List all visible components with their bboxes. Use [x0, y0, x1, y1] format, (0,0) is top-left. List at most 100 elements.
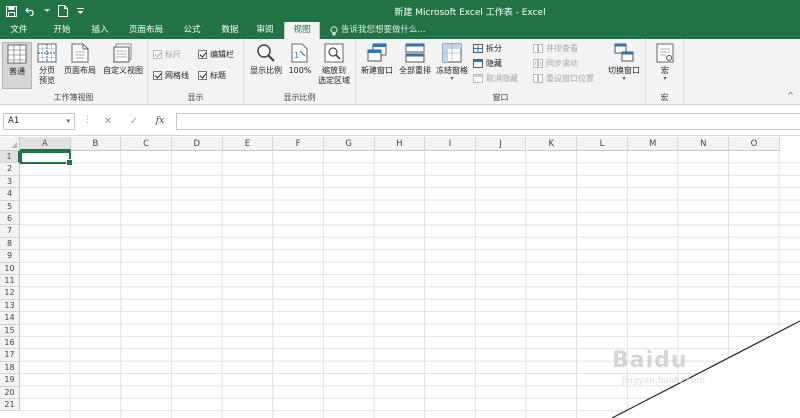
column-header-a[interactable]: A	[20, 137, 71, 151]
row-header-8[interactable]: 8	[0, 237, 20, 251]
normal-view-icon	[6, 43, 28, 65]
column-header-i[interactable]: I	[425, 137, 476, 151]
column-header-b[interactable]: B	[70, 137, 122, 151]
gridlines-checkbox[interactable]: 网格线	[153, 69, 189, 82]
formula-bar-checkbox[interactable]: 编辑栏	[198, 48, 234, 61]
enter-icon[interactable]: ✓	[126, 114, 142, 129]
freeze-panes-dropdown-icon: ▾	[450, 75, 454, 82]
row-header-1[interactable]: 1	[0, 151, 20, 164]
gridlines-check-icon	[153, 71, 162, 80]
row-header-20[interactable]: 20	[0, 386, 20, 399]
freeze-panes-icon	[441, 42, 463, 64]
column-header-o[interactable]: O	[729, 137, 780, 151]
tab-home[interactable]: 开始	[46, 22, 78, 39]
row-header-19[interactable]: 19	[0, 374, 20, 387]
column-header-j[interactable]: J	[475, 137, 527, 151]
formula-bar-grip-icon[interactable]: ⋮	[83, 115, 92, 125]
new-window-button[interactable]: 新建窗口	[358, 42, 396, 76]
normal-view-label: 普通	[9, 67, 25, 76]
freeze-panes-button[interactable]: 冻结窗格 ▾	[434, 42, 470, 82]
tab-file[interactable]: 文件	[0, 22, 38, 39]
split-button[interactable]: 拆分	[472, 42, 502, 55]
tab-data[interactable]: 数据	[214, 22, 246, 39]
zoom-100-icon: 1	[289, 42, 311, 64]
name-box[interactable]: A1 ▾	[3, 113, 75, 130]
headings-checkbox[interactable]: 标题	[198, 69, 226, 82]
zoom-to-selection-label-2: 选定区域	[318, 76, 350, 85]
zoom-100-button[interactable]: 1 100%	[286, 42, 314, 76]
view-side-by-side-button[interactable]: 并排查看	[532, 42, 578, 55]
reset-window-position-button[interactable]: 重设窗口位置	[532, 72, 594, 85]
normal-view-button[interactable]: 普通	[2, 42, 32, 89]
hide-button[interactable]: 隐藏	[472, 57, 502, 70]
group-zoom: 显示比例 1 100% 缩放到 选定区域 显示比例	[244, 39, 356, 105]
arrange-all-button[interactable]: 全部重排	[396, 42, 434, 76]
watermark-url: jingyan.baidu.com	[622, 376, 706, 386]
zoom-to-selection-button[interactable]: 缩放到 选定区域	[314, 42, 354, 86]
page-break-preview-button[interactable]: 分页 预览	[33, 42, 61, 86]
tell-me-placeholder: 告诉我您想要做什么...	[341, 25, 426, 35]
insert-function-icon[interactable]: fx	[152, 114, 168, 129]
row-header-9[interactable]: 9	[0, 250, 20, 263]
tab-review[interactable]: 审阅	[250, 22, 280, 39]
column-header-d[interactable]: D	[171, 137, 223, 151]
row-header-10[interactable]: 10	[0, 262, 20, 275]
column-header-e[interactable]: E	[222, 137, 274, 151]
row-header-6[interactable]: 6	[0, 213, 20, 226]
switch-windows-button[interactable]: 切换窗口 ▾	[604, 42, 644, 82]
ruler-checkbox[interactable]: 标尺	[153, 48, 181, 61]
row-header-3[interactable]: 3	[0, 175, 20, 189]
custom-views-icon	[112, 42, 134, 64]
window-group-label: 窗口	[492, 93, 509, 102]
tab-insert[interactable]: 插入	[84, 22, 116, 39]
column-header-n[interactable]: N	[678, 137, 730, 151]
macros-button[interactable]: 宏 ▾	[650, 42, 680, 82]
arrange-all-icon	[404, 42, 426, 64]
tab-formulas[interactable]: 公式	[176, 22, 208, 39]
select-all-button[interactable]	[0, 137, 20, 151]
row-header-15[interactable]: 15	[0, 324, 20, 337]
column-header-l[interactable]: L	[577, 137, 628, 151]
column-header-f[interactable]: F	[273, 137, 324, 151]
tab-view[interactable]: 视图	[284, 22, 320, 39]
row-header-2[interactable]: 2	[0, 163, 20, 176]
row-header-21[interactable]: 21	[0, 399, 20, 412]
zoom-group-label: 显示比例	[283, 93, 316, 102]
unhide-button[interactable]: 取消隐藏	[472, 72, 518, 85]
tab-page-layout[interactable]: 页面布局	[122, 22, 170, 39]
formula-bar-check-icon	[198, 50, 207, 59]
reset-position-icon	[532, 74, 543, 84]
page-layout-view-button[interactable]: 页面布局	[61, 42, 99, 76]
active-cell[interactable]	[20, 151, 73, 166]
zoom-button[interactable]: 显示比例	[246, 42, 286, 76]
hide-label: 隐藏	[486, 59, 502, 68]
row-header-17[interactable]: 17	[0, 349, 20, 362]
column-header-m[interactable]: M	[627, 137, 679, 151]
custom-views-button[interactable]: 自定义视图	[100, 42, 146, 76]
column-header-g[interactable]: G	[323, 137, 375, 151]
row-header-5[interactable]: 5	[0, 200, 20, 213]
cancel-icon[interactable]: ✕	[100, 114, 116, 129]
column-header-h[interactable]: H	[374, 137, 426, 151]
column-header-c[interactable]: C	[121, 137, 172, 151]
formula-input[interactable]	[176, 113, 800, 130]
row-header-13[interactable]: 13	[0, 299, 20, 313]
hide-icon	[472, 59, 483, 69]
gridlines-label: 网格线	[165, 71, 189, 80]
sync-scroll-button[interactable]: 同步滚动	[532, 57, 578, 70]
collapse-ribbon-icon[interactable]: ^	[787, 91, 794, 100]
name-box-dropdown-icon[interactable]: ▾	[66, 114, 70, 129]
new-window-icon	[366, 42, 388, 64]
page-break-preview-icon	[36, 42, 58, 64]
row-header-11[interactable]: 11	[0, 275, 20, 288]
tell-me-box[interactable]: 告诉我您想要做什么...	[330, 22, 426, 39]
row-header-14[interactable]: 14	[0, 312, 20, 325]
row-header-7[interactable]: 7	[0, 225, 20, 238]
custom-views-label: 自定义视图	[103, 66, 143, 75]
row-header-4[interactable]: 4	[0, 188, 20, 201]
formula-bar-label: 编辑栏	[210, 50, 234, 59]
row-header-12[interactable]: 12	[0, 287, 20, 300]
row-header-16[interactable]: 16	[0, 337, 20, 350]
row-header-18[interactable]: 18	[0, 361, 20, 375]
column-header-k[interactable]: K	[526, 137, 578, 151]
